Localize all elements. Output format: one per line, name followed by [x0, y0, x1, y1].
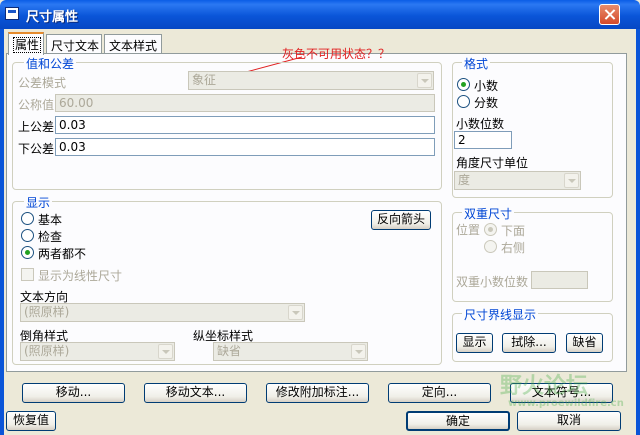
edit-attachment-button[interactable]: 修改附加标注...	[266, 383, 369, 403]
position-label: 位置	[456, 223, 481, 237]
tolerance-mode-label: 公差模式	[18, 76, 67, 90]
chevron-down-icon	[417, 73, 432, 88]
display-title: 显示	[24, 194, 53, 211]
basic-label: 基本	[38, 213, 63, 227]
watermark-logo: 野火论坛	[500, 374, 589, 399]
cancel-button[interactable]: 取消	[517, 411, 621, 431]
nominal-label: 公称值	[18, 98, 55, 112]
inspect-label: 检查	[38, 230, 63, 244]
orient-button[interactable]: 定向...	[388, 383, 491, 403]
radio-right[interactable]	[484, 240, 497, 253]
close-button[interactable]	[599, 4, 620, 25]
tab-dimension-text[interactable]: 尺寸文本	[46, 34, 102, 54]
lower-tolerance-field[interactable]: 0.03	[55, 138, 435, 156]
flip-arrows-button[interactable]: 反向箭头	[371, 210, 431, 230]
chevron-down-icon	[564, 173, 579, 188]
tab-properties-label: 属性	[13, 37, 42, 53]
fraction-label: 分数	[474, 96, 499, 110]
move-button[interactable]: 移动...	[22, 383, 125, 403]
linear-label: 显示为线性尺寸	[38, 269, 123, 283]
chevron-down-icon	[351, 344, 366, 359]
value-tolerance-title: 值和公差	[24, 55, 77, 72]
window-icon	[5, 7, 19, 20]
lower-tolerance-label: 下公差	[18, 142, 55, 156]
title-bar	[0, 0, 640, 29]
upper-tolerance-field[interactable]: 0.03	[55, 116, 435, 134]
angle-unit-select[interactable]: 度	[454, 171, 581, 190]
witness-title: 尺寸界线显示	[462, 306, 539, 323]
decimal-places-field[interactable]: 2	[454, 131, 512, 149]
radio-below[interactable]	[484, 223, 497, 236]
window-frame-left	[0, 29, 4, 435]
dual-title: 双重尺寸	[462, 205, 515, 222]
dual-decimal-field[interactable]	[531, 271, 588, 289]
ok-button[interactable]: 确定	[406, 411, 510, 431]
default-button[interactable]: 缺省	[566, 333, 603, 353]
below-label: 下面	[501, 224, 526, 238]
radio-inspect[interactable]	[21, 229, 34, 242]
angle-unit-label: 角度尺寸单位	[456, 156, 529, 170]
move-text-button[interactable]: 移动文本...	[144, 383, 247, 403]
format-title: 格式	[462, 55, 491, 72]
restore-button[interactable]: 恢复值	[6, 411, 56, 431]
text-direction-select[interactable]: (照原样)	[20, 303, 305, 322]
right-label: 右侧	[501, 241, 526, 255]
tab-properties[interactable]: 属性	[8, 32, 44, 55]
radio-basic[interactable]	[21, 212, 34, 225]
tolerance-mode-value: 象征	[192, 73, 217, 87]
watermark-url: www.proewildfire.cn	[508, 398, 624, 409]
radio-fraction[interactable]	[457, 95, 470, 108]
ordinate-select[interactable]: 缺省	[213, 342, 368, 361]
upper-tolerance-label: 上公差	[18, 120, 55, 134]
window-frame-right	[636, 29, 640, 435]
erase-button[interactable]: 拭除...	[502, 333, 556, 353]
chevron-down-icon	[288, 305, 303, 320]
nominal-field[interactable]: 60.00	[55, 94, 435, 112]
neither-label: 两者都不	[38, 247, 87, 261]
radio-decimal[interactable]	[457, 78, 470, 91]
chamfer-select[interactable]: (照原样)	[20, 342, 175, 361]
window-title: 尺寸属性	[26, 10, 79, 25]
linear-checkbox[interactable]	[21, 268, 34, 281]
tab-text-style[interactable]: 文本样式	[104, 34, 162, 54]
show-button[interactable]: 显示	[456, 333, 493, 353]
chamfer-value: (照原样)	[24, 344, 70, 358]
angle-unit-value: 度	[458, 173, 471, 187]
tolerance-mode-select[interactable]: 象征	[188, 71, 434, 90]
radio-neither[interactable]	[21, 246, 34, 259]
text-direction-value: (照原样)	[24, 305, 70, 319]
decimal-places-label: 小数位数	[456, 117, 505, 131]
dual-decimal-label: 双重小数位数	[456, 275, 529, 289]
ordinate-value: 缺省	[217, 344, 242, 358]
decimal-label: 小数	[474, 79, 499, 93]
chevron-down-icon	[158, 344, 173, 359]
